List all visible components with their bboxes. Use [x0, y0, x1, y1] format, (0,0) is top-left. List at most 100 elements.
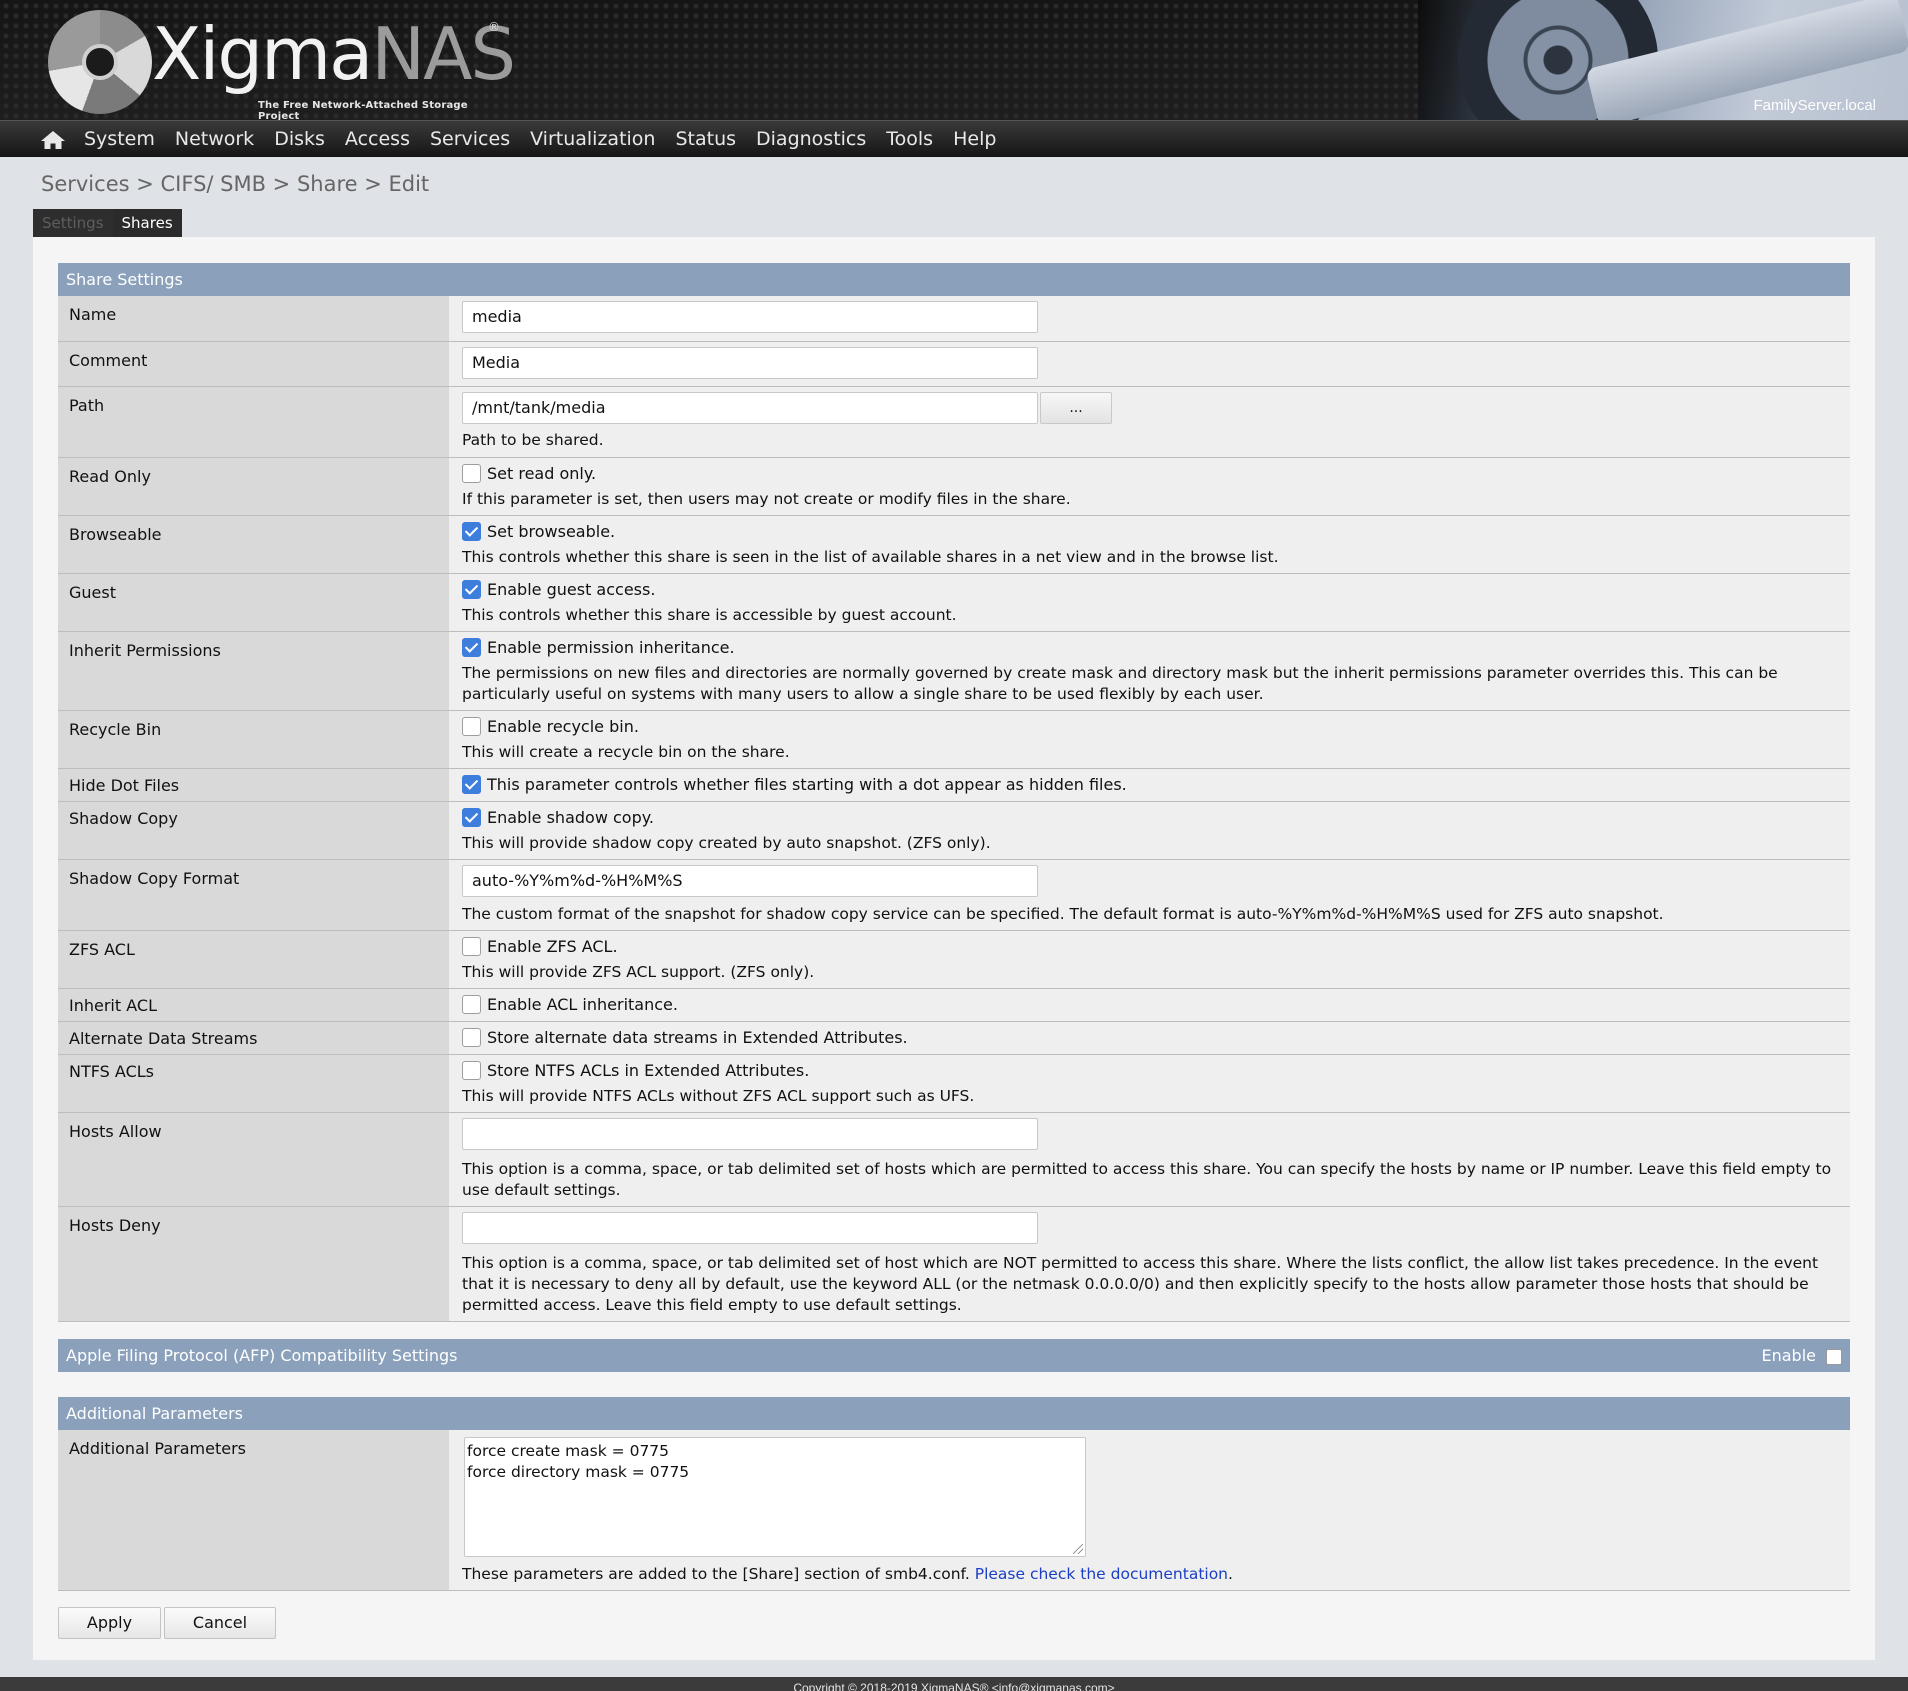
row-comment: Comment Media: [58, 341, 1850, 387]
name-input[interactable]: media: [462, 301, 1038, 333]
shadow-copy-text: Enable shadow copy.: [487, 807, 654, 827]
read-only-text: Set read only.: [487, 463, 597, 483]
content-panel: Share Settings Name media Comment Media …: [33, 237, 1875, 1660]
shadow-copy-description: This will provide shadow copy created by…: [462, 833, 991, 852]
guest-text: Enable guest access.: [487, 579, 656, 599]
shadow-copy-label: Shadow Copy: [58, 801, 449, 860]
hostname-label: FamilyServer.local: [1753, 97, 1876, 114]
shadow-copy-format-input[interactable]: auto-%Y%m%d-%H%M%S: [462, 864, 1038, 897]
path-label: Path: [58, 386, 449, 458]
additional-parameters-description: These parameters are added to the [Share…: [462, 1565, 970, 1583]
resize-handle-icon[interactable]: [1073, 1544, 1083, 1554]
additional-parameters-line-2: force directory mask = 0775: [467, 1463, 690, 1481]
home-icon[interactable]: [40, 130, 66, 150]
zfs-acl-checkbox[interactable]: [462, 936, 481, 956]
afp-settings-title: Apple Filing Protocol (AFP) Compatibilit…: [66, 1346, 458, 1365]
additional-parameters-table: Additional Parameters force create mask …: [58, 1430, 1850, 1591]
read-only-label: Read Only: [58, 457, 449, 516]
logo-registered-mark: ®: [488, 20, 500, 34]
guest-description: This controls whether this share is acce…: [462, 605, 957, 624]
nav-services[interactable]: Services: [420, 121, 520, 157]
row-inherit-permissions: Inherit Permissions Enable permission in…: [58, 631, 1850, 711]
shadow-copy-checkbox[interactable]: [462, 807, 481, 827]
browseable-description: This controls whether this share is seen…: [462, 547, 1279, 566]
comment-label: Comment: [58, 341, 449, 387]
row-shadow-copy-format: Shadow Copy Format auto-%Y%m%d-%H%M%S Th…: [58, 859, 1850, 931]
row-hosts-allow: Hosts Allow This option is a comma, spac…: [58, 1112, 1850, 1207]
hosts-deny-description: This option is a comma, space, or tab de…: [462, 1253, 1819, 1314]
nav-access[interactable]: Access: [335, 121, 420, 157]
ntfs-acls-label: NTFS ACLs: [58, 1054, 449, 1113]
ntfs-acls-checkbox[interactable]: [462, 1060, 481, 1080]
zfs-acl-description: This will provide ZFS ACL support. (ZFS …: [462, 962, 815, 981]
hosts-deny-label: Hosts Deny: [58, 1206, 449, 1322]
cancel-button[interactable]: Cancel: [164, 1607, 276, 1639]
recycle-bin-text: Enable recycle bin.: [487, 716, 639, 736]
inherit-permissions-text: Enable permission inheritance.: [487, 637, 735, 657]
nav-network[interactable]: Network: [165, 121, 264, 157]
alternate-data-streams-text: Store alternate data streams in Extended…: [487, 1027, 908, 1047]
inherit-permissions-checkbox[interactable]: [462, 637, 481, 657]
name-label: Name: [58, 296, 449, 342]
zfs-acl-label: ZFS ACL: [58, 930, 449, 989]
logo-ring-icon: [48, 10, 152, 114]
additional-parameters-label: Additional Parameters: [58, 1430, 449, 1591]
documentation-link[interactable]: Please check the documentation: [975, 1565, 1228, 1583]
main-nav: System Network Disks Access Services Vir…: [0, 120, 1908, 157]
nav-diagnostics[interactable]: Diagnostics: [746, 121, 876, 157]
hosts-allow-input[interactable]: [462, 1117, 1038, 1150]
comment-input[interactable]: Media: [462, 346, 1038, 379]
path-input[interactable]: /mnt/tank/media: [462, 391, 1038, 424]
path-browse-button[interactable]: ...: [1040, 391, 1112, 424]
read-only-checkbox[interactable]: [462, 463, 481, 483]
ntfs-acls-text: Store NTFS ACLs in Extended Attributes.: [487, 1060, 810, 1080]
share-settings-header: Share Settings: [58, 263, 1850, 296]
ntfs-acls-description: This will provide NTFS ACLs without ZFS …: [462, 1086, 975, 1105]
tab-shares[interactable]: Shares: [112, 209, 182, 237]
row-path: Path /mnt/tank/media... Path to be share…: [58, 386, 1850, 458]
alternate-data-streams-label: Alternate Data Streams: [58, 1021, 449, 1055]
footer: Copyright © 2018-2019 XigmaNAS® <info@xi…: [0, 1677, 1908, 1691]
hide-dot-files-label: Hide Dot Files: [58, 768, 449, 802]
browseable-checkbox[interactable]: [462, 521, 481, 541]
row-hosts-deny: Hosts Deny This option is a comma, space…: [58, 1206, 1850, 1322]
nav-tools[interactable]: Tools: [876, 121, 943, 157]
tab-settings[interactable]: Settings: [33, 209, 113, 237]
read-only-description: If this parameter is set, then users may…: [462, 489, 1071, 508]
browseable-label: Browseable: [58, 515, 449, 574]
row-browseable: Browseable Set browseable. This controls…: [58, 515, 1850, 574]
documentation-link-suffix: .: [1228, 1565, 1233, 1583]
inherit-acl-checkbox[interactable]: [462, 994, 481, 1014]
alternate-data-streams-checkbox[interactable]: [462, 1027, 481, 1047]
logo-tagline: The Free Network-Attached Storage Projec…: [258, 100, 468, 120]
hide-dot-files-checkbox[interactable]: [462, 774, 481, 794]
additional-parameters-textarea[interactable]: force create mask = 0775 force directory…: [464, 1437, 1086, 1557]
hosts-allow-label: Hosts Allow: [58, 1112, 449, 1207]
afp-settings-header: Apple Filing Protocol (AFP) Compatibilit…: [58, 1339, 1850, 1372]
row-additional-parameters: Additional Parameters force create mask …: [58, 1430, 1850, 1591]
guest-checkbox[interactable]: [462, 579, 481, 599]
recycle-bin-label: Recycle Bin: [58, 710, 449, 769]
apply-button[interactable]: Apply: [58, 1607, 161, 1639]
afp-enable-checkbox[interactable]: [1826, 1348, 1842, 1365]
nav-help[interactable]: Help: [943, 121, 1006, 157]
inherit-permissions-description: The permissions on new files and directo…: [462, 663, 1778, 703]
path-description: Path to be shared.: [462, 430, 604, 449]
recycle-bin-checkbox[interactable]: [462, 716, 481, 736]
inherit-acl-label: Inherit ACL: [58, 988, 449, 1022]
xigmanas-logo[interactable]: XigmaNAS ® The Free Network-Attached Sto…: [48, 6, 516, 120]
additional-parameters-header: Additional Parameters: [58, 1397, 1850, 1430]
row-recycle-bin: Recycle Bin Enable recycle bin. This wil…: [58, 710, 1850, 769]
guest-label: Guest: [58, 573, 449, 632]
row-alternate-data-streams: Alternate Data Streams Store alternate d…: [58, 1021, 1850, 1055]
nav-virtualization[interactable]: Virtualization: [520, 121, 665, 157]
shadow-copy-format-description: The custom format of the snapshot for sh…: [462, 904, 1664, 923]
recycle-bin-description: This will create a recycle bin on the sh…: [462, 742, 790, 761]
tab-bar: Settings Shares: [33, 209, 182, 237]
nav-disks[interactable]: Disks: [264, 121, 335, 157]
nav-status[interactable]: Status: [665, 121, 746, 157]
nav-system[interactable]: System: [74, 121, 165, 157]
inherit-permissions-label: Inherit Permissions: [58, 631, 449, 711]
inherit-acl-text: Enable ACL inheritance.: [487, 994, 678, 1014]
hosts-deny-input[interactable]: [462, 1211, 1038, 1244]
